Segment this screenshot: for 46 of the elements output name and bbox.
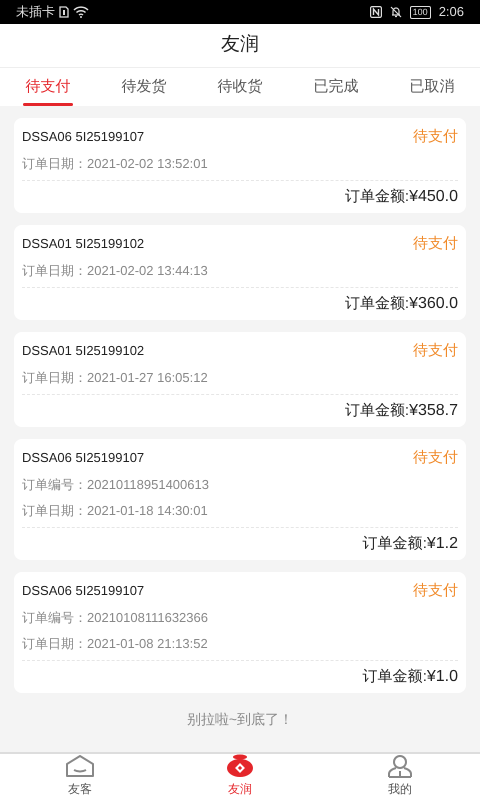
order-field: 订单编号：20210108111632366 bbox=[22, 608, 458, 628]
sim-icon bbox=[59, 6, 69, 18]
carrier-text: 未插卡 bbox=[16, 3, 55, 22]
order-tab[interactable]: 已取消 bbox=[384, 68, 480, 106]
order-status: 待支付 bbox=[413, 127, 458, 147]
order-field: 订单日期：2021-01-08 21:13:52 bbox=[22, 634, 458, 654]
order-amount: 订单金额:¥1.0 bbox=[362, 667, 458, 687]
order-status: 待支付 bbox=[413, 234, 458, 254]
order-card[interactable]: DSSA01 5I25199102 待支付 订单日期：2021-02-02 13:44:13 订单金额:¥360.0 bbox=[14, 225, 466, 320]
order-card[interactable]: DSSA01 5I25199102 待支付 订单日期：2021-01-27 16:05:12 订单金额:¥358.7 bbox=[14, 332, 466, 427]
order-tab[interactable]: 待收货 bbox=[192, 68, 288, 106]
order-field: 订单编号：20210118951400613 bbox=[22, 475, 458, 495]
nav-tab[interactable]: 我的 bbox=[320, 754, 480, 800]
bell-off-icon bbox=[390, 6, 402, 18]
order-card[interactable]: DSSA06 5I25199107 待支付 订单编号：20210118951400613 订单日期：2021-01-18 14:30:01 订单金额:¥1.2 bbox=[14, 439, 466, 560]
order-amount: 订单金额:¥358.7 bbox=[344, 401, 458, 421]
time-text: 2:06 bbox=[438, 3, 464, 22]
order-amount: 订单金额:¥1.2 bbox=[362, 534, 458, 554]
wifi-icon bbox=[73, 6, 89, 18]
order-code: DSSA06 5I25199107 bbox=[22, 449, 144, 467]
nav-tab[interactable]: 友润 bbox=[160, 754, 320, 800]
order-code: DSSA01 5I25199102 bbox=[22, 235, 144, 253]
battery-icon: 100 bbox=[410, 6, 431, 18]
order-field: 订单日期：2021-01-27 16:05:12 bbox=[22, 368, 458, 388]
order-code: DSSA01 5I25199102 bbox=[22, 342, 144, 360]
order-field: 订单日期：2021-02-02 13:52:01 bbox=[22, 154, 458, 174]
order-amount: 订单金额:¥450.0 bbox=[344, 187, 458, 207]
order-status: 待支付 bbox=[413, 341, 458, 361]
order-amount: 订单金额:¥360.0 bbox=[344, 294, 458, 314]
order-tab[interactable]: 待支付 bbox=[0, 68, 96, 106]
end-of-list-text: 别拉啦~到底了！ bbox=[186, 710, 294, 729]
order-status: 待支付 bbox=[413, 448, 458, 468]
order-field: 订单日期：2021-02-02 13:44:13 bbox=[22, 261, 458, 281]
order-card[interactable]: DSSA06 5I25199107 待支付 订单编号：20210108111632366 订单日期：2021-01-08 21:13:52 订单金额:¥1.0 bbox=[14, 572, 466, 693]
nfc-icon bbox=[370, 6, 382, 18]
page-title: 友润 bbox=[221, 33, 259, 58]
order-field: 订单日期：2021-01-18 14:30:01 bbox=[22, 501, 458, 521]
person-icon bbox=[385, 754, 415, 778]
order-code: DSSA06 5I25199107 bbox=[22, 582, 144, 600]
order-code: DSSA06 5I25199107 bbox=[22, 128, 144, 146]
order-status: 待支付 bbox=[413, 581, 458, 601]
order-card[interactable]: DSSA06 5I25199107 待支付 订单日期：2021-02-02 13:52:01 订单金额:¥450.0 bbox=[14, 118, 466, 213]
nav-tab[interactable]: 友客 bbox=[0, 754, 160, 800]
order-tab[interactable]: 已完成 bbox=[288, 68, 384, 106]
order-tab[interactable]: 待发货 bbox=[96, 68, 192, 106]
home-icon bbox=[65, 754, 95, 778]
